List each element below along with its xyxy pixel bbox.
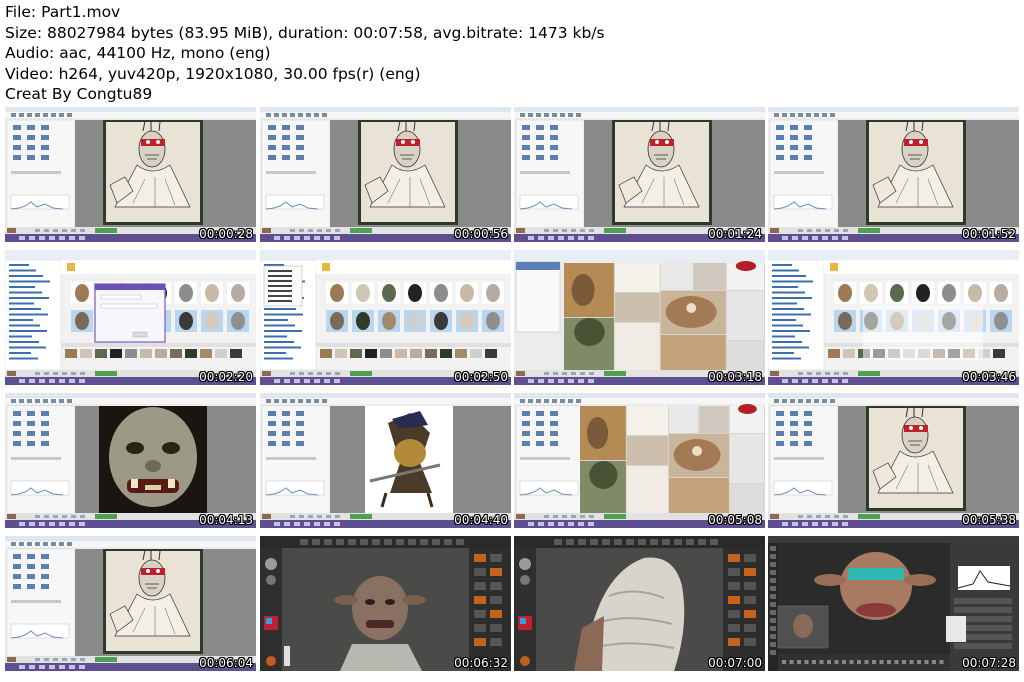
thumbnail-frame	[5, 250, 256, 385]
thumbnail-timestamp: 00:01:52	[962, 227, 1016, 241]
thumbnail-frame	[514, 393, 765, 528]
thumbnail-timestamp: 00:01:24	[708, 227, 762, 241]
thumbnail-timestamp: 00:02:20	[199, 370, 253, 384]
thumbnail-timestamp: 00:02:50	[454, 370, 508, 384]
video-thumbnail: 00:02:50	[260, 250, 511, 385]
thumbnail-frame	[768, 536, 1019, 671]
thumbnail-frame	[768, 393, 1019, 528]
thumbnail-frame	[260, 393, 511, 528]
video-thumbnail: 00:07:28	[768, 536, 1019, 671]
video-thumbnail: 00:06:04	[5, 536, 256, 671]
video-thumbnail: 00:02:20	[5, 250, 256, 385]
thumbnail-timestamp: 00:05:38	[962, 513, 1016, 527]
thumbnail-frame	[514, 250, 765, 385]
thumbnail-timestamp: 00:07:28	[962, 656, 1016, 670]
credit-line: Creat By Congtu89	[5, 85, 153, 103]
file-info-header: File: Part1.mov Size: 88027984 bytes (83…	[5, 2, 605, 105]
thumbnail-timestamp: 00:00:28	[199, 227, 253, 241]
video-thumbnail: 00:04:40	[260, 393, 511, 528]
thumbnail-timestamp: 00:06:32	[454, 656, 508, 670]
thumbnail-timestamp: 00:04:13	[199, 513, 253, 527]
thumbnail-frame	[5, 536, 256, 671]
thumbnail-frame	[768, 250, 1019, 385]
video-thumbnail: 00:00:56	[260, 107, 511, 242]
file-name: File: Part1.mov	[5, 3, 121, 21]
video-thumbnail: 00:05:38	[768, 393, 1019, 528]
thumbnail-timestamp: 00:06:04	[199, 656, 253, 670]
video-thumbnail: 00:07:00	[514, 536, 765, 671]
thumbnail-frame	[5, 393, 256, 528]
video-thumbnail: 00:03:46	[768, 250, 1019, 385]
thumbnail-timestamp: 00:03:46	[962, 370, 1016, 384]
thumbnail-frame	[768, 107, 1019, 242]
thumbnail-timestamp: 00:07:00	[708, 656, 762, 670]
thumbnail-timestamp: 00:03:18	[708, 370, 762, 384]
thumbnail-timestamp: 00:00:56	[454, 227, 508, 241]
thumbnail-frame	[260, 250, 511, 385]
video-thumbnail: 00:01:24	[514, 107, 765, 242]
video-thumbnail: 00:00:28	[5, 107, 256, 242]
thumbnail-timestamp: 00:04:40	[454, 513, 508, 527]
video-thumbnail: 00:01:52	[768, 107, 1019, 242]
video-thumbnail: 00:05:08	[514, 393, 765, 528]
file-size-info: Size: 88027984 bytes (83.95 MiB), durati…	[5, 23, 605, 42]
video-thumbnail: 00:04:13	[5, 393, 256, 528]
thumbnail-frame	[260, 536, 511, 671]
thumbnail-timestamp: 00:05:08	[708, 513, 762, 527]
thumbnail-frame	[260, 107, 511, 242]
audio-info: Audio: aac, 44100 Hz, mono (eng)	[5, 44, 271, 62]
thumbnail-frame	[514, 107, 765, 242]
video-thumbnail: 00:06:32	[260, 536, 511, 671]
thumbnail-frame	[5, 107, 256, 242]
thumbnail-frame	[514, 536, 765, 671]
video-info: Video: h264, yuv420p, 1920x1080, 30.00 f…	[5, 64, 421, 83]
video-thumbnail: 00:03:18	[514, 250, 765, 385]
